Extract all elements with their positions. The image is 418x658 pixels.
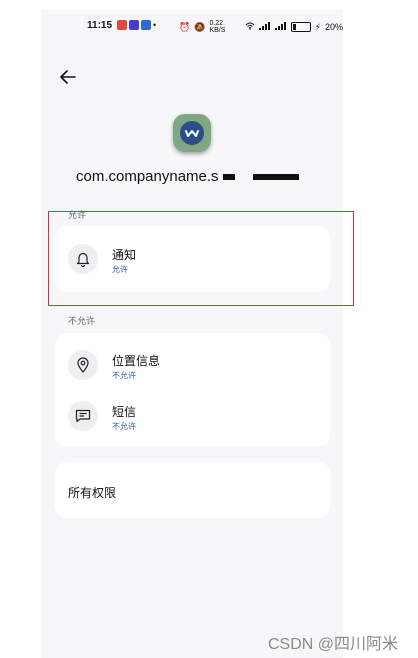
- net-speed: 0.22 KB/S: [209, 20, 226, 34]
- permission-row-location[interactable]: 位置信息 不允许: [55, 343, 330, 387]
- mute-icon: 🔕: [194, 21, 206, 32]
- status-app-icons: •: [117, 20, 156, 30]
- phone-screen: 11:15 • ⏰ 🔕 0.22 KB/S ⚡ 20% com.companyn…: [41, 10, 343, 658]
- permission-status: 不允许: [112, 422, 136, 431]
- all-permissions-label: 所有权限: [68, 486, 117, 500]
- battery-percent: 20%: [324, 22, 343, 32]
- notification-app-icon: [141, 20, 151, 30]
- signal-icon: [274, 22, 287, 32]
- location-pin-icon: [68, 350, 98, 380]
- more-dot-icon: •: [153, 20, 157, 30]
- battery-icon: [290, 22, 311, 32]
- wifi-icon: [245, 22, 255, 32]
- status-bar: 11:15 • ⏰ 🔕 0.22 KB/S ⚡ 20%: [41, 18, 343, 34]
- redaction-bar: [252, 174, 299, 181]
- app-logo-icon: [180, 121, 204, 145]
- package-name-text: com.companyname.s: [76, 168, 219, 185]
- denied-permissions-card: 位置信息 不允许 短信 不允许: [55, 333, 330, 447]
- battery-level: [292, 24, 296, 30]
- status-time: 11:15: [87, 20, 113, 31]
- status-right: ⏰ 🔕 0.22 KB/S ⚡ 20%: [179, 20, 343, 34]
- section-label-denied: 不允许: [68, 316, 96, 326]
- permission-row-sms[interactable]: 短信 不允许: [55, 394, 330, 438]
- package-name: com.companyname.s: [76, 168, 336, 185]
- redaction-bar: [222, 174, 235, 181]
- permission-status: 不允许: [112, 371, 136, 380]
- notification-app-icon: [129, 20, 139, 30]
- all-permissions-row[interactable]: 所有权限: [55, 462, 330, 518]
- signal-icon: [258, 22, 271, 32]
- watermark: CSDN @四川阿米: [268, 636, 399, 653]
- back-button[interactable]: [57, 66, 79, 88]
- message-icon: [68, 401, 98, 431]
- arrow-left-icon: [60, 70, 76, 84]
- notification-app-icon: [117, 20, 127, 30]
- charging-icon: ⚡: [314, 21, 321, 32]
- highlight-box: [48, 211, 354, 306]
- permission-name: 位置信息: [112, 354, 161, 368]
- permission-name: 短信: [112, 405, 137, 419]
- app-icon: [173, 114, 211, 152]
- alarm-icon: ⏰: [179, 21, 191, 32]
